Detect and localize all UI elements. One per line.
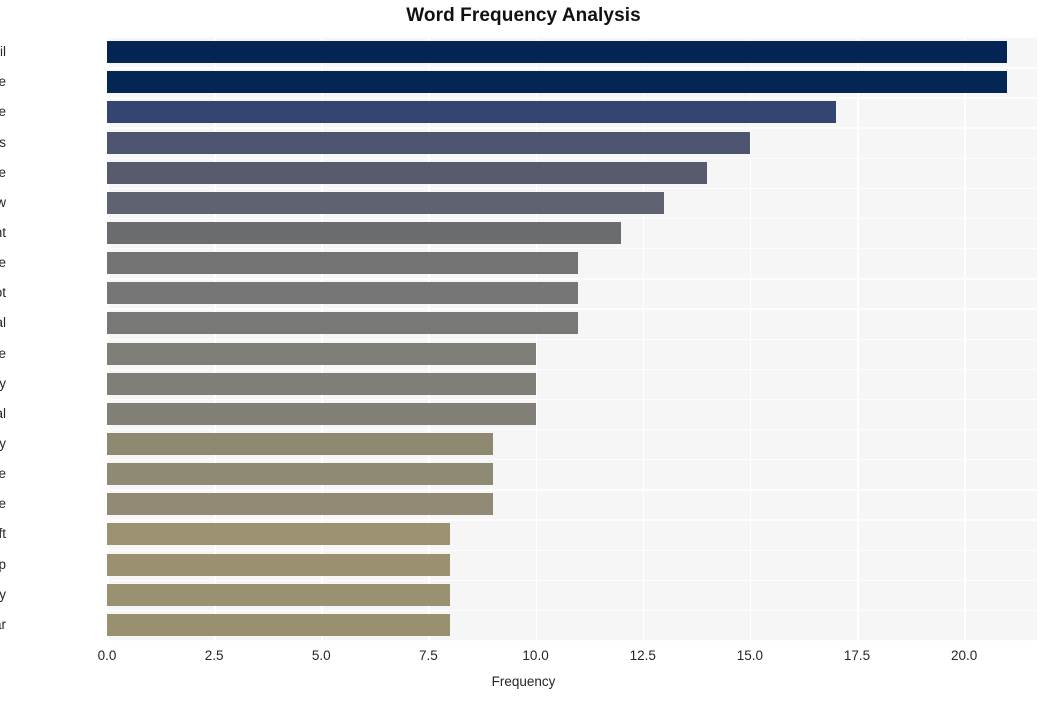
gridline-horizontal [107, 428, 1037, 431]
bar [107, 312, 579, 335]
y-axis-tick-label: crime [0, 74, 6, 90]
gridline-horizontal [107, 37, 1037, 39]
bar [107, 372, 536, 395]
y-axis-tick-label: state [0, 496, 6, 512]
gridline-horizontal [107, 640, 1037, 642]
y-axis-tick-label: company [0, 375, 6, 391]
y-axis-tick-label: home [0, 255, 6, 271]
gridline-horizontal [107, 398, 1037, 401]
bar [107, 282, 579, 305]
gridline-horizontal [107, 187, 1037, 190]
bar [107, 433, 493, 456]
x-axis-tick-label: 2.5 [204, 648, 224, 663]
y-axis-tick-label: enforcement [0, 224, 6, 240]
gridline-horizontal [107, 217, 1037, 220]
bar [107, 221, 622, 244]
gridline-horizontal [107, 519, 1037, 521]
y-axis-tick-label: retail [0, 44, 6, 60]
gridline-horizontal [107, 579, 1037, 582]
x-axis-title: Frequency [491, 674, 556, 689]
gridline-horizontal [107, 368, 1037, 371]
gridline-horizontal [107, 459, 1037, 461]
y-axis-tick-label: law [0, 194, 6, 210]
y-axis-tick-label: industry [0, 586, 6, 602]
x-axis-tick-label: 15.0 [736, 648, 763, 663]
bar [107, 41, 1007, 64]
y-axis-tick-label: security [0, 436, 6, 452]
y-axis-tick-label: group [0, 556, 6, 572]
y-axis-tick-label: steal [0, 315, 6, 331]
bar [107, 342, 536, 365]
bar [107, 71, 1007, 94]
x-axis-tick-label: 7.5 [419, 648, 438, 663]
gridline-horizontal [107, 67, 1037, 69]
x-axis-tick-label: 12.5 [629, 648, 656, 663]
gridline-horizontal [107, 248, 1037, 250]
bar [107, 523, 450, 546]
y-axis-tick-label: theft [0, 526, 6, 542]
gridline-horizontal [107, 489, 1037, 491]
x-axis-tick-label: 20.0 [951, 648, 978, 663]
bar [107, 493, 493, 516]
gridline-horizontal [107, 157, 1037, 159]
y-axis-tick-label: case [0, 164, 6, 180]
gridline-horizontal [107, 549, 1037, 551]
y-axis-tick-label: organize [0, 104, 6, 120]
y-axis-tick-label: retailers [0, 134, 6, 150]
x-axis-tick-label: 10.0 [522, 648, 549, 663]
bar [107, 553, 450, 576]
gridline-horizontal [107, 308, 1037, 310]
bar [107, 583, 450, 606]
bar [107, 161, 707, 184]
plot-area [107, 37, 1037, 642]
bar [107, 613, 450, 636]
gridline-horizontal [107, 97, 1037, 99]
x-axis-tick-label: 5.0 [311, 648, 331, 663]
y-axis-tick-label: store [0, 345, 6, 361]
bar [107, 101, 836, 124]
bar [107, 191, 665, 214]
y-axis-tick-label: federal [0, 405, 6, 421]
gridline-horizontal [107, 609, 1037, 612]
y-axis-tick-label: depot [0, 285, 6, 301]
bar [107, 131, 750, 154]
bar [107, 463, 493, 486]
y-axis-tick-label: year [0, 616, 6, 632]
y-axis-tick-label: police [0, 466, 6, 482]
gridline-horizontal [107, 338, 1037, 340]
bar [107, 252, 579, 275]
gridline-horizontal [107, 127, 1037, 129]
gridline-horizontal [107, 278, 1037, 280]
x-axis-tick-label: 17.5 [843, 648, 871, 663]
x-axis-tick-label: 0.0 [97, 648, 117, 663]
chart-figure: Word Frequency Analysis retail crime organ… [0, 0, 1047, 701]
chart-title: Word Frequency Analysis [406, 5, 641, 26]
bar [107, 402, 536, 425]
